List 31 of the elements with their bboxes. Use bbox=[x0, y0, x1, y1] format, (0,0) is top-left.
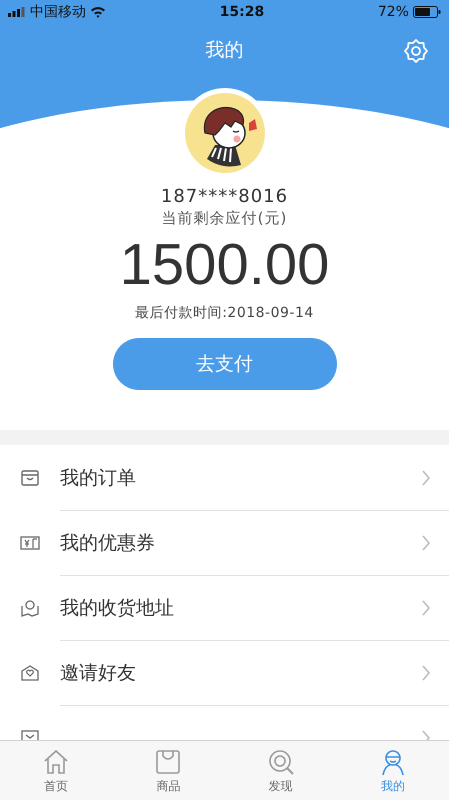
home-icon bbox=[42, 748, 70, 776]
bag-icon bbox=[154, 748, 182, 776]
wifi-icon bbox=[90, 6, 106, 18]
page-title: 我的 bbox=[206, 38, 244, 63]
tab-item[interactable]: 商品 bbox=[112, 741, 224, 800]
battery-icon bbox=[412, 6, 441, 18]
settings-icon[interactable] bbox=[403, 38, 429, 64]
signal-icon bbox=[8, 7, 26, 17]
order-icon bbox=[20, 468, 40, 488]
search-icon bbox=[266, 748, 295, 776]
carrier-name: 中国移动 bbox=[30, 3, 86, 21]
phone-number: 187****8016 bbox=[160, 186, 288, 207]
tab-item[interactable]: 我的 bbox=[336, 741, 449, 800]
pay-button[interactable]: 去支付 bbox=[112, 338, 336, 390]
chevron-icon bbox=[421, 470, 431, 486]
tab-item[interactable]: 发现 bbox=[224, 741, 337, 800]
menu-item[interactable]: 我的优惠券 bbox=[0, 510, 449, 575]
balance-label: 当前剩余应付(元) bbox=[162, 209, 288, 228]
chevron-icon bbox=[421, 664, 431, 680]
chevron-icon bbox=[421, 534, 431, 550]
menu-item[interactable]: 邀请好友 bbox=[0, 640, 449, 705]
menu-item[interactable]: 我的订单 bbox=[0, 445, 449, 510]
tab-item[interactable]: 首页 bbox=[0, 741, 112, 800]
due-date: 最后付款时间:2018-09-14 bbox=[135, 304, 314, 322]
balance-amount: 1500.00 bbox=[120, 231, 330, 299]
battery-percent: 72% bbox=[378, 4, 409, 20]
clock-time: 15:28 bbox=[220, 4, 264, 20]
menu-item[interactable]: 我的收货地址 bbox=[0, 575, 449, 640]
address-icon bbox=[20, 598, 40, 618]
invite-icon bbox=[20, 662, 40, 682]
chevron-icon bbox=[421, 600, 431, 616]
